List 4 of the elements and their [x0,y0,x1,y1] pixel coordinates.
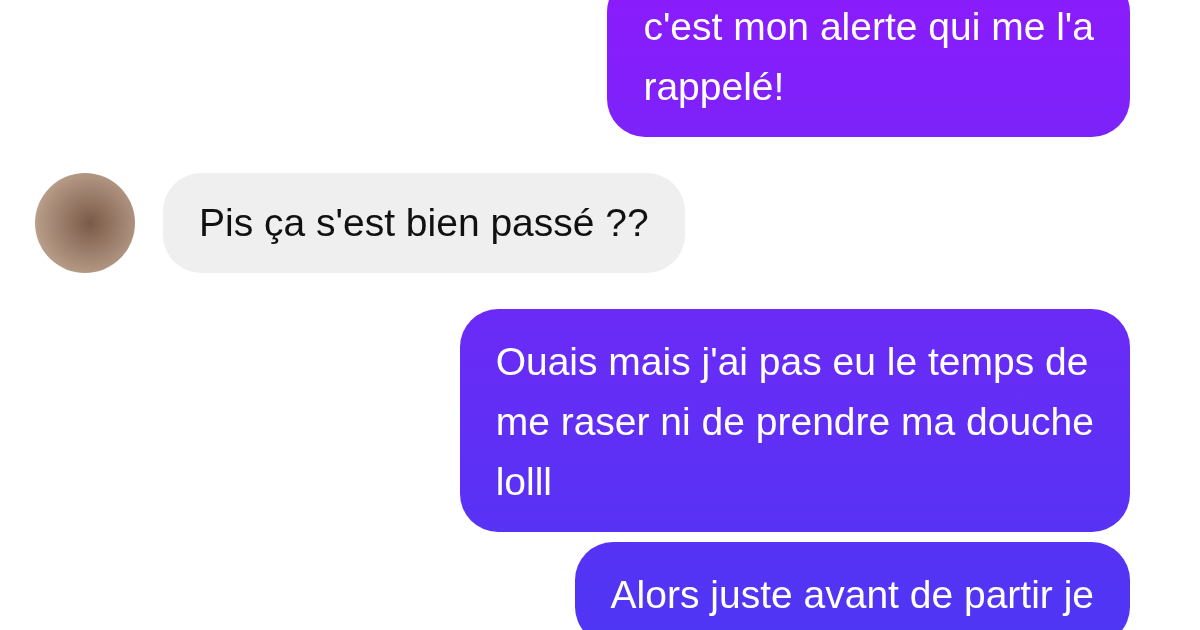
sent-message-bubble: Ouais mais j'ai pas eu le temps de me raser ni de prendre ma douche lolll [459,309,1130,532]
sent-message-bubble: c'est mon alerte qui me l'a rappelé! [607,0,1130,137]
sent-message-bubble: Alors juste avant de partir je [574,542,1130,630]
received-message-bubble: Pis ça s'est bien passé ?? [163,173,685,273]
